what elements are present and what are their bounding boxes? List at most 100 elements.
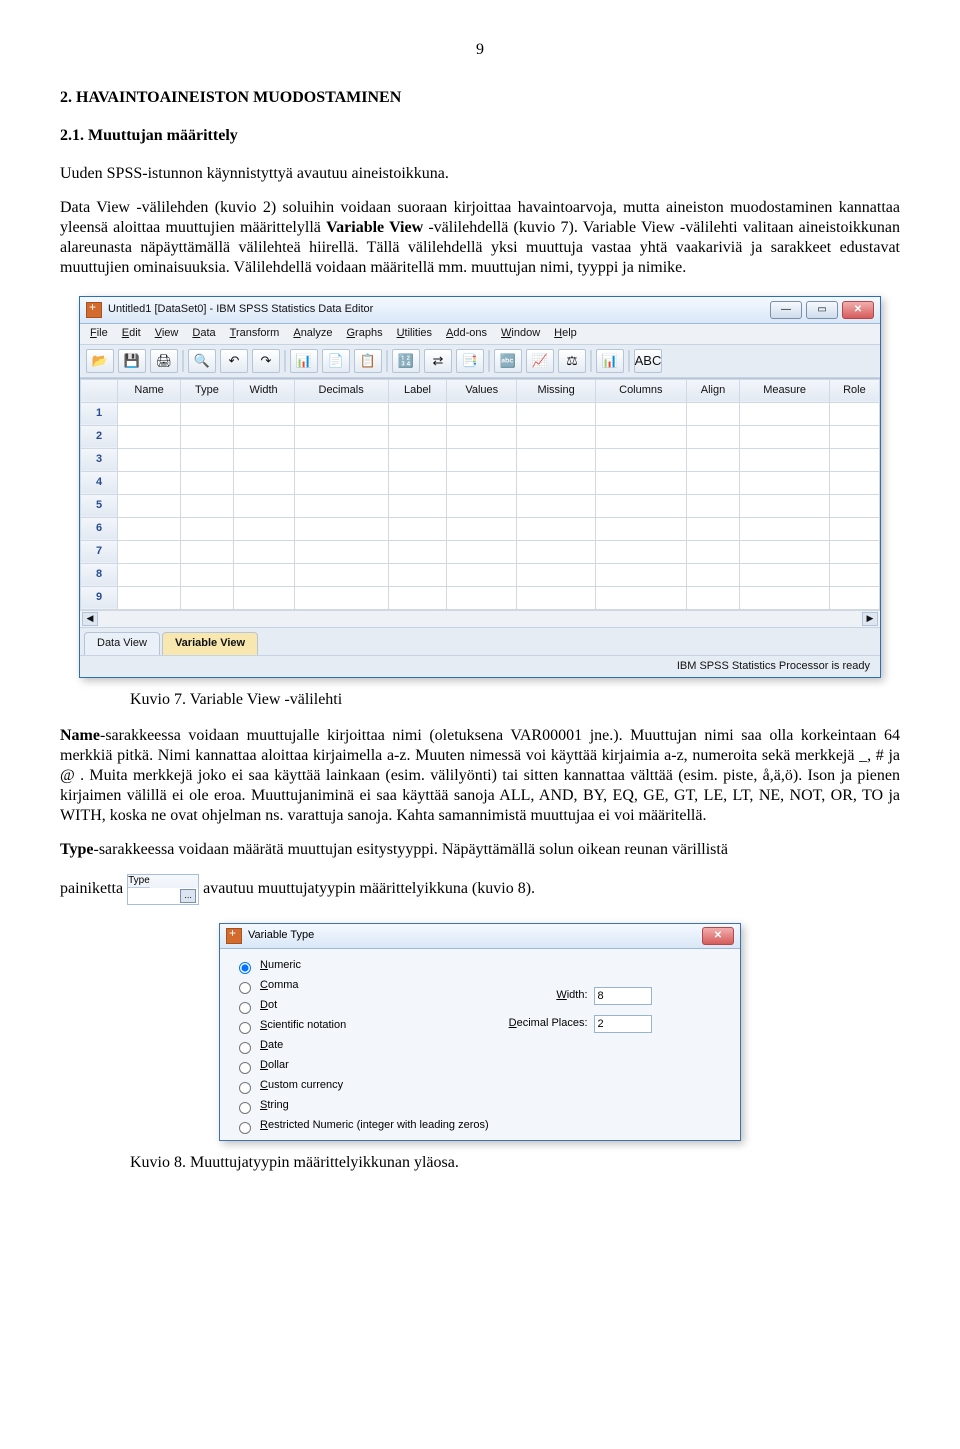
spss-window: Untitled1 [DataSet0] - IBM SPSS Statisti… [79, 296, 881, 678]
radio-scientific[interactable]: Scientific notation [234, 1019, 489, 1034]
status-bar: IBM SPSS Statistics Processor is ready [80, 655, 880, 678]
radio-date[interactable]: Date [234, 1039, 489, 1054]
col-width[interactable]: Width [233, 379, 294, 402]
row-header[interactable]: 2 [81, 425, 118, 448]
menu-file[interactable]: File [90, 327, 108, 341]
width-input[interactable] [594, 987, 652, 1005]
col-columns[interactable]: Columns [595, 379, 686, 402]
menu-utilities[interactable]: Utilities [397, 327, 432, 341]
corner-cell [81, 379, 118, 402]
type-cell-button-figure: Type ... [127, 874, 199, 905]
goto-case-icon[interactable]: 📊 [290, 349, 318, 373]
select-cases-icon[interactable]: 📈 [526, 349, 554, 373]
col-label[interactable]: Label [388, 379, 446, 402]
tab-variable-view[interactable]: Variable View [162, 632, 258, 655]
menu-window[interactable]: Window [501, 327, 540, 341]
paragraph-type-1: Type-sarakkeessa voidaan määrätä muuttuj… [60, 840, 900, 860]
heading-3: 2.1. Muuttujan määrittely [60, 126, 900, 146]
value-labels-icon[interactable]: 🔢 [392, 349, 420, 373]
figure-caption-7: Kuvio 7. Variable View -välilehti [130, 690, 900, 710]
p5b: avautuu muuttujatyypin määrittelyikkuna … [203, 880, 535, 897]
col-decimals[interactable]: Decimals [294, 379, 388, 402]
toolbar-separator [590, 350, 592, 372]
scroll-left-icon[interactable]: ◀ [82, 612, 98, 626]
variable-type-dialog: Variable Type ✕ Numeric Comma Dot Scient… [219, 923, 741, 1141]
save-icon[interactable]: 💾 [118, 349, 146, 373]
chart-icon[interactable]: 📊 [596, 349, 624, 373]
radio-restricted-numeric[interactable]: Restricted Numeric (integer with leading… [234, 1119, 489, 1134]
open-icon[interactable]: 📂 [86, 349, 114, 373]
tab-data-view[interactable]: Data View [84, 632, 160, 655]
menu-edit[interactable]: Edit [122, 327, 141, 341]
variable-grid[interactable]: Name Type Width Decimals Label Values Mi… [80, 378, 880, 627]
print-icon[interactable]: 🖨 [150, 349, 178, 373]
paragraph-name: Name-sarakkeessa voidaan muuttujalle kir… [60, 726, 900, 826]
toolbar: 📂 💾 🖨 🔍 ↶ ↷ 📊 📄 📋 🔢 ⇄ 📑 🔤 📈 ⚖ 📊 ABC [80, 345, 880, 378]
menubar: File Edit View Data Transform Analyze Gr… [80, 324, 880, 345]
menu-data[interactable]: Data [192, 327, 215, 341]
paragraph-dataview: Data View -välilehden (kuvio 2) soluihin… [60, 198, 900, 278]
menu-transform[interactable]: Transform [230, 327, 280, 341]
type-cell-button[interactable]: ... [180, 889, 196, 903]
minimize-button[interactable]: — [770, 301, 802, 319]
row-header[interactable]: 4 [81, 471, 118, 494]
menu-graphs[interactable]: Graphs [346, 327, 382, 341]
col-measure[interactable]: Measure [740, 379, 830, 402]
radio-custom-currency[interactable]: Custom currency [234, 1079, 489, 1094]
insert-case-icon[interactable]: ⇄ [424, 349, 452, 373]
spellcheck-icon[interactable]: ABC [634, 349, 662, 373]
radio-dot[interactable]: Dot [234, 999, 489, 1014]
row-header[interactable]: 5 [81, 494, 118, 517]
radio-string[interactable]: String [234, 1099, 489, 1114]
row-header[interactable]: 1 [81, 402, 118, 425]
col-missing[interactable]: Missing [517, 379, 596, 402]
col-name[interactable]: Name [118, 379, 181, 402]
goto-var-icon[interactable]: 📄 [322, 349, 350, 373]
find-icon[interactable]: 🔍 [188, 349, 216, 373]
undo-icon[interactable]: ↶ [220, 349, 248, 373]
menu-view[interactable]: View [155, 327, 179, 341]
menu-analyze[interactable]: Analyze [293, 327, 332, 341]
toolbar-separator [182, 350, 184, 372]
p5a: painiketta [60, 880, 127, 897]
inline-type-header: Type [128, 874, 150, 888]
col-align[interactable]: Align [686, 379, 740, 402]
dialog-title-text: Variable Type [248, 929, 314, 943]
col-type[interactable]: Type [181, 379, 233, 402]
heading-2: 2. HAVAINTOAINEISTON MUODOSTAMINEN [60, 88, 900, 108]
status-text: IBM SPSS Statistics Processor is ready [677, 660, 870, 674]
dialog-close-button[interactable]: ✕ [702, 927, 734, 945]
row-header[interactable]: 3 [81, 448, 118, 471]
weight-cases-icon[interactable]: ⚖ [558, 349, 586, 373]
insert-var-icon[interactable]: 📑 [456, 349, 484, 373]
menu-help[interactable]: Help [554, 327, 577, 341]
row-header[interactable]: 7 [81, 540, 118, 563]
toolbar-separator [284, 350, 286, 372]
row-header[interactable]: 9 [81, 586, 118, 609]
maximize-button[interactable]: ▭ [806, 301, 838, 319]
type-bold: Type [60, 841, 93, 858]
decimal-input[interactable] [594, 1015, 652, 1033]
toolbar-separator [628, 350, 630, 372]
redo-icon[interactable]: ↷ [252, 349, 280, 373]
window-title-text: Untitled1 [DataSet0] - IBM SPSS Statisti… [108, 303, 373, 317]
split-file-icon[interactable]: 🔤 [494, 349, 522, 373]
col-values[interactable]: Values [447, 379, 517, 402]
p2b-bold: Variable View [326, 219, 423, 236]
menu-addons[interactable]: Add-ons [446, 327, 487, 341]
variables-icon[interactable]: 📋 [354, 349, 382, 373]
radio-dollar[interactable]: Dollar [234, 1059, 489, 1074]
row-header[interactable]: 8 [81, 563, 118, 586]
spss-app-icon [86, 302, 102, 318]
close-button[interactable]: ✕ [842, 301, 874, 319]
bottom-tabs: Data View Variable View [80, 627, 880, 655]
window-titlebar: Untitled1 [DataSet0] - IBM SPSS Statisti… [80, 297, 880, 324]
radio-numeric[interactable]: Numeric [234, 959, 489, 974]
horizontal-scrollbar[interactable]: ◀ ▶ [80, 610, 880, 627]
name-text: -sarakkeessa voidaan muuttujalle kirjoit… [60, 727, 900, 824]
type-text: -sarakkeessa voidaan määrätä muuttujan e… [93, 841, 727, 858]
scroll-right-icon[interactable]: ▶ [862, 612, 878, 626]
col-role[interactable]: Role [829, 379, 879, 402]
row-header[interactable]: 6 [81, 517, 118, 540]
radio-comma[interactable]: Comma [234, 979, 489, 994]
